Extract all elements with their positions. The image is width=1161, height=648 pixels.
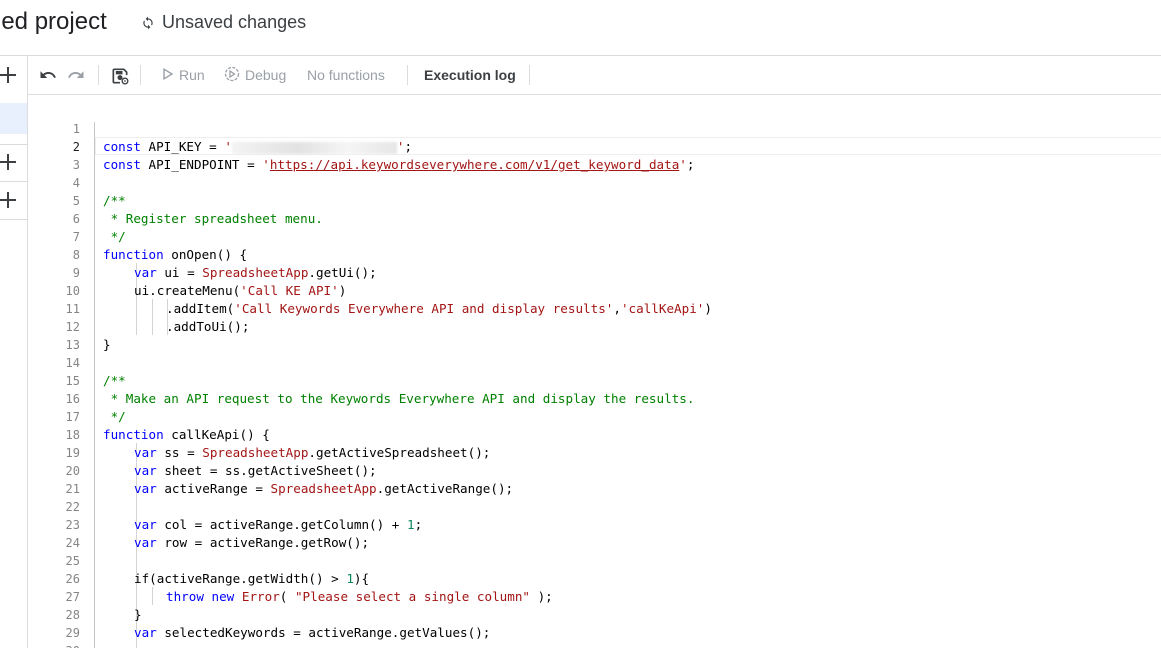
sidebar-selected-file[interactable]: [0, 103, 27, 134]
line-number: 26: [65, 572, 80, 586]
redacted-api-key: [231, 141, 397, 154]
line-number: 21: [65, 482, 80, 496]
line-number: 30: [28, 642, 80, 648]
sidebar-divider: [0, 181, 27, 182]
line-number: 1: [72, 122, 80, 136]
line-number: 2: [72, 140, 80, 154]
code-editor[interactable]: 1 2 3 4 5 6 7 8 9 10 11 12 13 14 15 16 1…: [28, 95, 1161, 648]
line-number: 29: [65, 626, 80, 640]
code-line: function callKeApi() {: [103, 427, 270, 442]
plus-icon[interactable]: [0, 153, 18, 171]
save-icon[interactable]: [110, 66, 129, 85]
code-line: const API_ENDPOINT = 'https://api.keywor…: [103, 157, 695, 172]
editor-toolbar: Run Debug No functions Execution log: [28, 56, 1161, 95]
run-button[interactable]: Run: [162, 56, 205, 94]
toolbar-separator: [98, 65, 99, 85]
line-number: 25: [65, 554, 80, 568]
line-number: 6: [72, 212, 80, 226]
line-number: 13: [65, 338, 80, 352]
line-number: 19: [65, 446, 80, 460]
code-line: }: [134, 607, 142, 622]
code-line: var selectedKeywords = activeRange.getVa…: [134, 625, 491, 640]
code-line: const API_KEY = ' ';: [103, 139, 413, 154]
sidebar-divider: [0, 144, 27, 145]
gutter-divider: [94, 122, 95, 648]
line-number: 5: [72, 194, 80, 208]
line-number: 4: [72, 176, 80, 190]
line-number: 23: [65, 518, 80, 532]
code-line: /**: [103, 373, 126, 388]
line-number: 10: [65, 284, 80, 298]
redo-icon[interactable]: [67, 66, 85, 84]
code-line: /**: [103, 193, 126, 208]
line-number: 7: [72, 230, 80, 244]
function-selector[interactable]: No functions: [307, 56, 385, 94]
line-number: 17: [65, 410, 80, 424]
line-number: 18: [65, 428, 80, 442]
run-label: Run: [179, 67, 205, 83]
code-line: var ui = SpreadsheetApp.getUi();: [134, 265, 377, 280]
line-number: 3: [72, 158, 80, 172]
undo-icon[interactable]: [39, 66, 57, 84]
line-number: 24: [65, 536, 80, 550]
line-number: 8: [72, 248, 80, 262]
plus-icon[interactable]: [0, 191, 18, 209]
code-line: function onOpen() {: [103, 247, 248, 262]
debug-label: Debug: [245, 67, 287, 83]
line-number: 14: [65, 356, 80, 370]
line-number: 16: [65, 392, 80, 406]
code-line: var ss = SpreadsheetApp.getActiveSpreads…: [134, 445, 491, 460]
code-line: .addItem('Call Keywords Everywhere API a…: [166, 301, 712, 316]
debug-button[interactable]: Debug: [224, 56, 286, 94]
save-status-label: Unsaved changes: [162, 12, 307, 32]
code-line: var activeRange = SpreadsheetApp.getActi…: [134, 481, 514, 496]
code-line: */: [103, 409, 126, 424]
code-line: .addToUi();: [166, 319, 250, 334]
code-line: throw new Error( "Please select a single…: [166, 589, 553, 604]
header-bar: led project Unsaved changes: [0, 0, 1161, 56]
line-number: 22: [65, 500, 80, 514]
save-status: Unsaved changes: [141, 12, 306, 33]
debug-icon: [224, 66, 240, 85]
line-number: 28: [65, 608, 80, 622]
code-line: * Register spreadsheet menu.: [103, 211, 323, 226]
indent-guide: [152, 299, 153, 335]
line-number: 20: [65, 464, 80, 478]
toolbar-separator: [140, 65, 141, 85]
line-number: 12: [65, 320, 80, 334]
line-number: 11: [65, 302, 80, 316]
code-line: * Make an API request to the Keywords Ev…: [103, 391, 695, 406]
project-title[interactable]: led project: [0, 8, 107, 36]
api-endpoint-link[interactable]: https://api.keywordseverywhere.com/v1/ge…: [270, 157, 679, 172]
plus-icon[interactable]: [0, 66, 18, 84]
play-icon: [162, 67, 176, 83]
code-line: var sheet = ss.getActiveSheet();: [134, 463, 377, 478]
line-number: 9: [72, 266, 80, 280]
code-line: }: [103, 337, 111, 352]
code-line: ui.createMenu('Call KE API'): [134, 283, 347, 298]
toolbar-separator: [407, 65, 408, 85]
code-line: var col = activeRange.getColumn() + 1;: [134, 517, 423, 532]
sidebar-divider: [0, 219, 27, 220]
left-sidebar: [0, 56, 28, 648]
indent-guide: [152, 587, 153, 605]
execution-log-button[interactable]: Execution log: [424, 56, 516, 94]
line-number: 27: [65, 590, 80, 604]
toolbar-separator: [529, 65, 530, 85]
code-line: */: [103, 229, 126, 244]
code-line: var row = activeRange.getRow();: [134, 535, 370, 550]
code-line: if(activeRange.getWidth() > 1){: [134, 571, 370, 586]
line-number: 15: [65, 374, 80, 388]
sync-icon: [141, 16, 155, 30]
